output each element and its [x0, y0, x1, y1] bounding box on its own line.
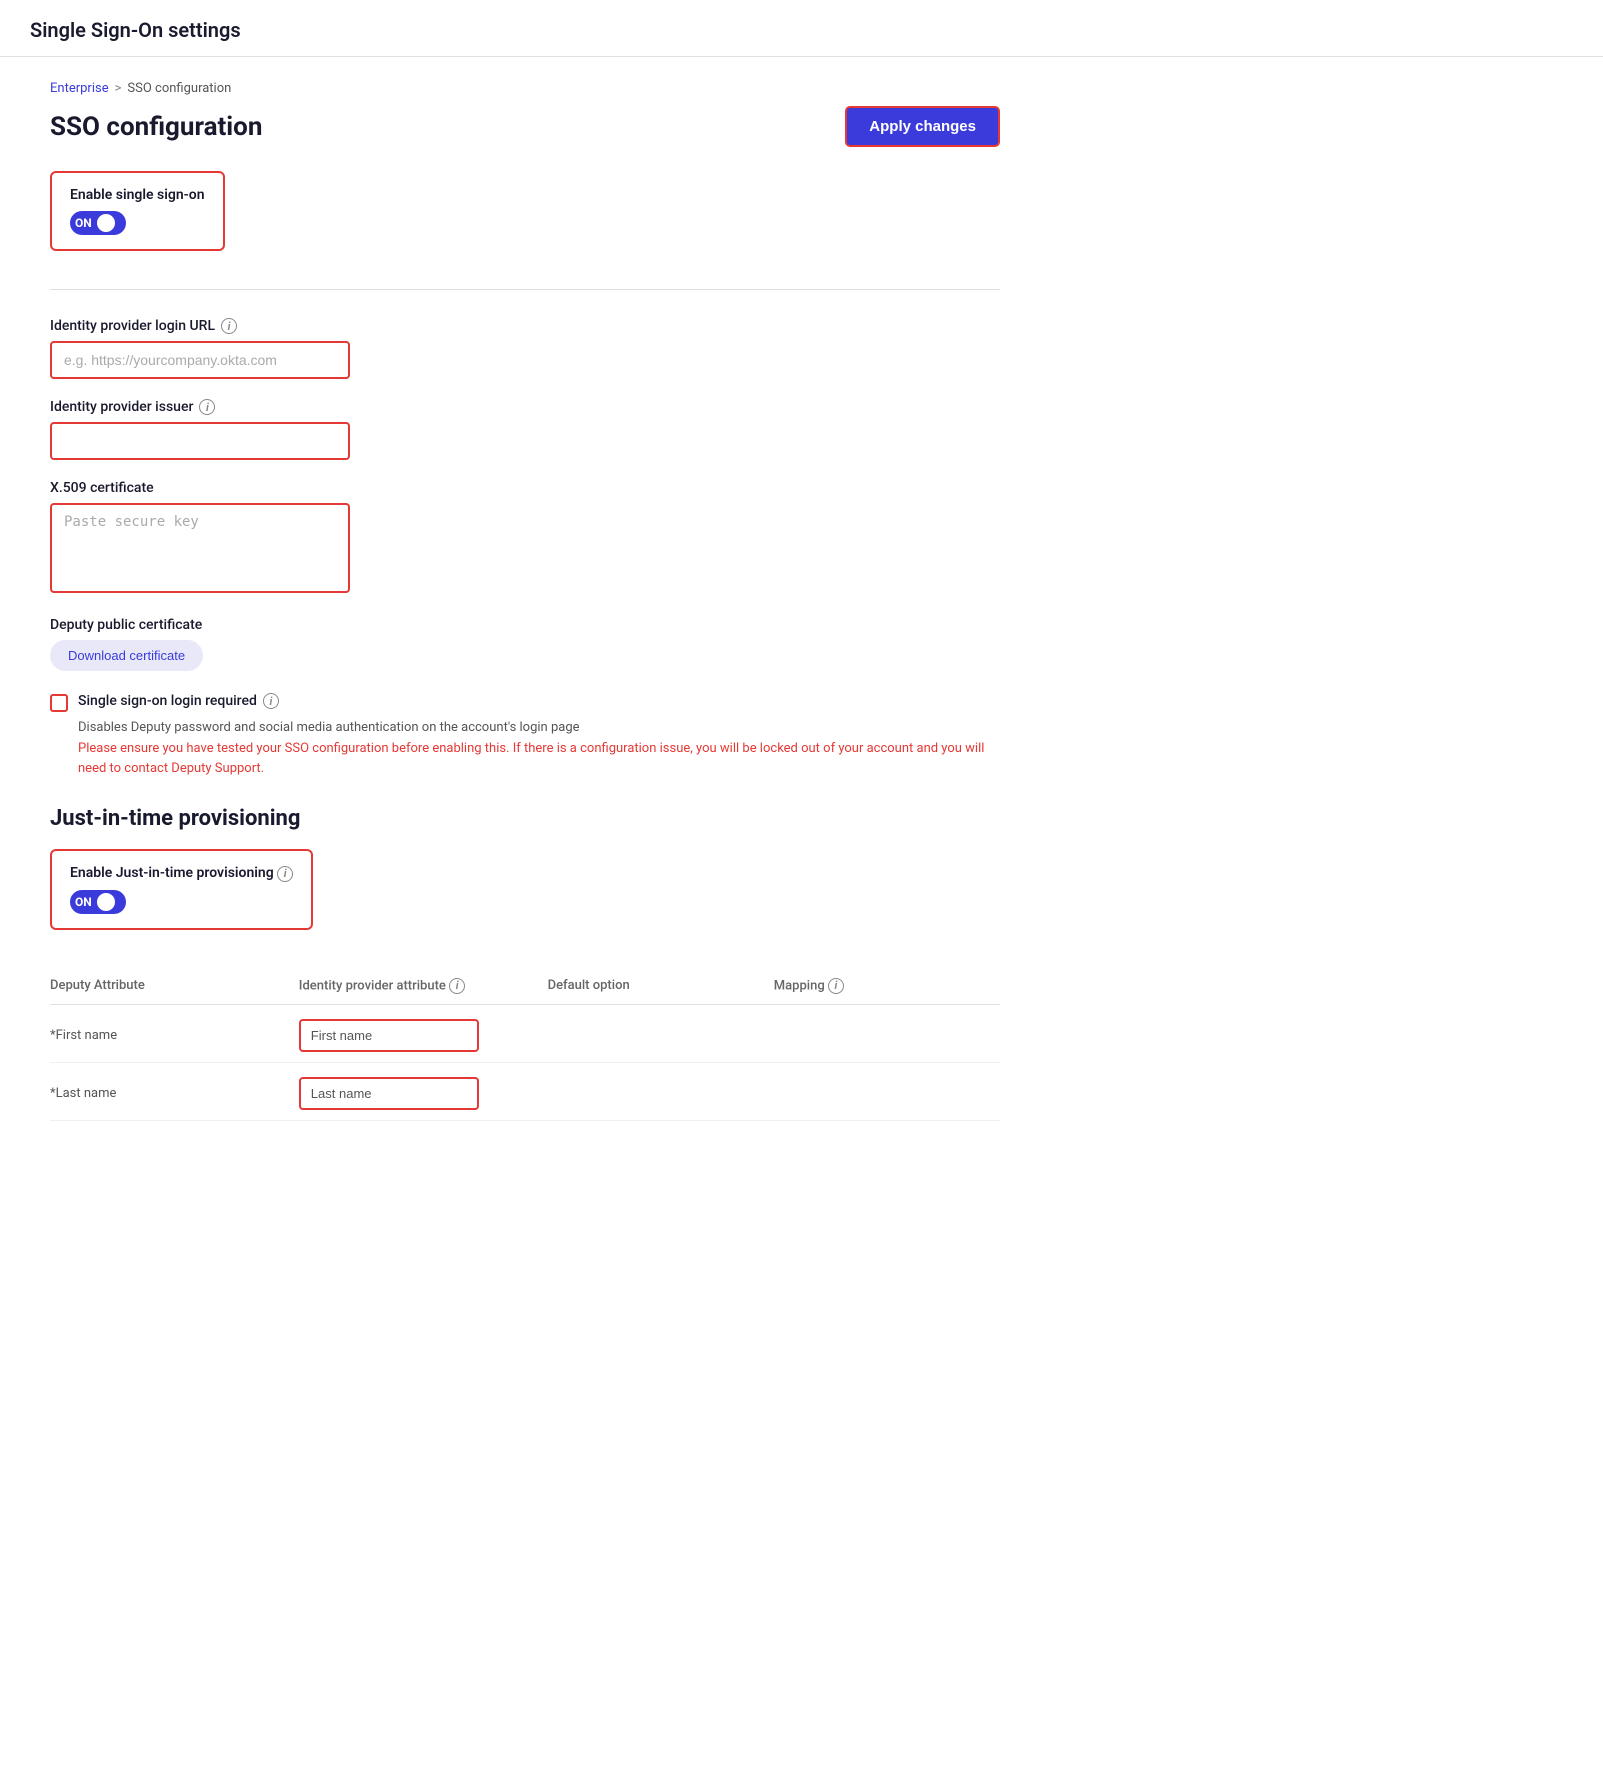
attributes-table-header: Deputy Attribute Identity provider attri… [50, 970, 1000, 1005]
mapping-col-info-icon: i [828, 978, 844, 994]
enable-sso-label: Enable single sign-on [70, 187, 205, 203]
section-header-row: SSO configuration Apply changes [50, 106, 1000, 147]
toggle-circle [97, 214, 115, 232]
col-header-idp: Identity provider attribute i [299, 970, 548, 1005]
toggle-on-text: ON [75, 216, 92, 230]
idp-col-info-icon: i [449, 978, 465, 994]
enable-jit-card: Enable Just-in-time provisioning i ON [50, 849, 313, 930]
idp-url-input[interactable] [50, 341, 350, 379]
deputy-cert-label: Deputy public certificate [50, 617, 1000, 633]
idp-issuer-group: Identity provider issuer i [50, 399, 1000, 460]
enable-sso-toggle[interactable]: ON [70, 211, 126, 235]
idp-url-group: Identity provider login URL i [50, 318, 1000, 379]
idp-attr-input-0[interactable] [299, 1019, 479, 1052]
sso-required-label: Single sign-on login required i [78, 693, 279, 709]
jit-toggle-on-text: ON [75, 895, 92, 909]
apply-changes-button[interactable]: Apply changes [845, 106, 1000, 147]
table-row: *First name [50, 1004, 1000, 1062]
sso-required-warning: Please ensure you have tested your SSO c… [78, 739, 1000, 778]
attributes-table: Deputy Attribute Identity provider attri… [50, 970, 1000, 1121]
idp-issuer-input[interactable] [50, 422, 350, 460]
x509-group: X.509 certificate [50, 480, 1000, 597]
col-header-default: Default option [548, 970, 774, 1005]
page-header: Single Sign-On settings [0, 0, 1603, 57]
enable-jit-toggle-row: ON [70, 890, 293, 914]
idp-issuer-info-icon: i [199, 399, 215, 415]
sso-required-checkbox[interactable] [50, 694, 68, 712]
download-certificate-button[interactable]: Download certificate [50, 640, 203, 671]
x509-textarea[interactable] [50, 503, 350, 593]
enable-jit-label: Enable Just-in-time provisioning i [70, 865, 293, 882]
table-row: *Last name [50, 1062, 1000, 1120]
jit-title: Just-in-time provisioning [50, 806, 1000, 831]
sso-required-row: Single sign-on login required i [50, 693, 1000, 712]
deputy-attr-1: *Last name [50, 1086, 116, 1101]
col-header-mapping: Mapping i [774, 970, 1000, 1005]
idp-url-info-icon: i [221, 318, 237, 334]
breadcrumb: Enterprise > SSO configuration [50, 81, 1000, 96]
jit-toggle-circle [97, 893, 115, 911]
idp-url-label: Identity provider login URL i [50, 318, 1000, 334]
sso-required-description: Disables Deputy password and social medi… [78, 720, 1000, 735]
mapping-1 [774, 1062, 1000, 1120]
page-title: Single Sign-On settings [30, 18, 241, 42]
default-option-0 [548, 1004, 774, 1062]
deputy-cert-group: Deputy public certificate Download certi… [50, 617, 1000, 671]
divider-1 [50, 289, 1000, 290]
sso-required-info-icon: i [263, 693, 279, 709]
x509-label: X.509 certificate [50, 480, 1000, 496]
deputy-attr-0: *First name [50, 1028, 117, 1043]
breadcrumb-parent[interactable]: Enterprise [50, 81, 109, 96]
idp-attr-input-1[interactable] [299, 1077, 479, 1110]
content-area: Enterprise > SSO configuration SSO confi… [0, 57, 1050, 1161]
enable-sso-card: Enable single sign-on ON [50, 171, 225, 251]
enable-jit-toggle[interactable]: ON [70, 890, 126, 914]
mapping-0 [774, 1004, 1000, 1062]
breadcrumb-current: SSO configuration [127, 81, 231, 96]
idp-issuer-label: Identity provider issuer i [50, 399, 1000, 415]
sso-required-group: Single sign-on login required i Disables… [50, 693, 1000, 778]
jit-info-icon: i [277, 866, 293, 882]
col-header-deputy: Deputy Attribute [50, 970, 299, 1005]
section-title: SSO configuration [50, 112, 262, 142]
enable-sso-toggle-row: ON [70, 211, 205, 235]
breadcrumb-separator: > [115, 81, 122, 96]
default-option-1 [548, 1062, 774, 1120]
